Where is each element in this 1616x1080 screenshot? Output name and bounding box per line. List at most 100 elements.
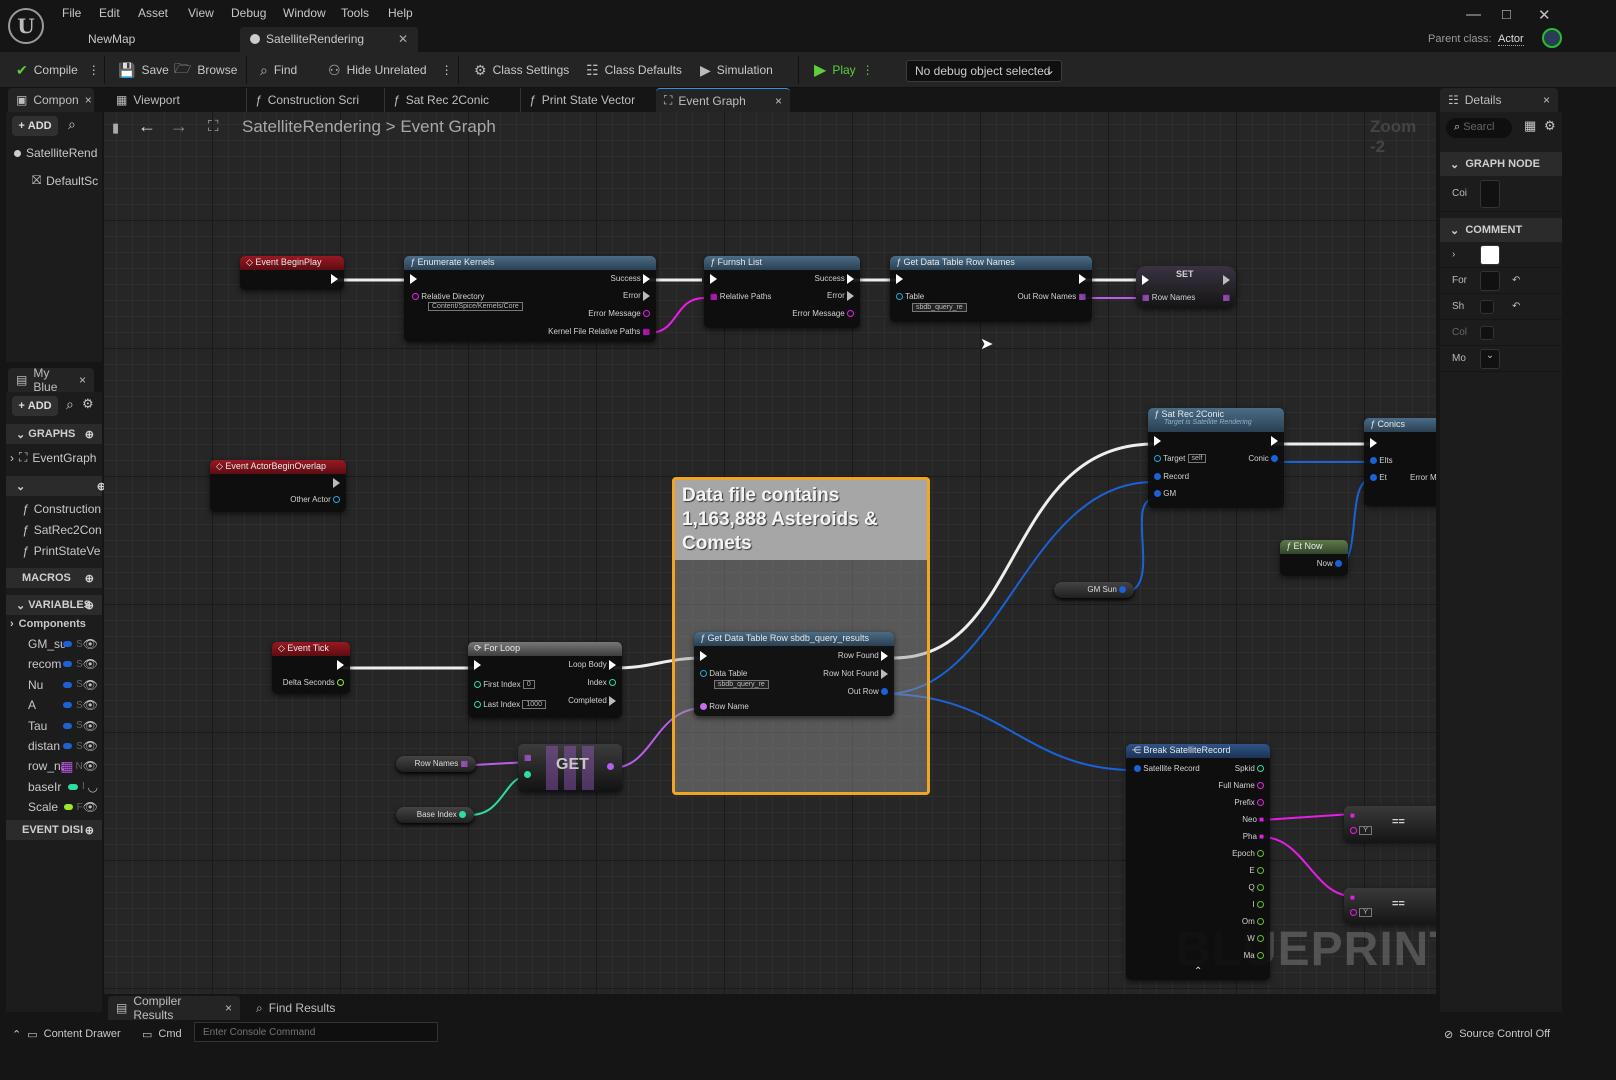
target-pin[interactable]: Target self [1154,454,1207,464]
close-tab-icon[interactable]: × [1543,93,1550,107]
variable-item[interactable]: Scale F 👁 [6,797,102,817]
tab-sat-rec-2conic[interactable]: ƒ Sat Rec 2Conic [384,88,518,112]
minimize-button[interactable]: — [1466,6,1481,23]
output-pin-neo[interactable]: Neo ■ [1242,815,1264,824]
close-tab-icon[interactable]: × [775,94,782,108]
b-pin[interactable]: Y [1350,908,1372,918]
eye-open-icon[interactable]: 👁 [83,759,98,773]
error-message-pin[interactable]: Error Message [588,309,650,318]
index-pin[interactable]: Index [587,678,616,687]
other-actor-pin[interactable]: Other Actor [290,495,340,504]
output-pin-full-name[interactable]: Full Name [1218,781,1264,790]
move-mode-select[interactable]: ⌄ [1480,348,1500,369]
node-gm-sun-var[interactable]: GM Sun [1054,582,1134,598]
compile-options-icon[interactable]: ⋮ [88,63,100,77]
node-get-data-table-row[interactable]: ƒ Get Data Table Row sbdb_query_results … [694,632,894,716]
hide-unrelated-options-icon[interactable]: ⋮ [441,63,453,77]
completed-pin[interactable]: Completed [568,696,616,706]
menu-help[interactable]: Help [388,6,413,20]
function-item[interactable]: ƒ Construction [22,502,102,516]
browse-button[interactable]: 🗁 Browse [174,52,237,88]
tab-event-graph[interactable]: ⛶ Event Graph × [656,88,790,112]
collapse-chevron-icon[interactable]: ⌃ [1194,966,1202,977]
function-item[interactable]: ƒ PrintStateVe [22,544,102,558]
a-pin[interactable]: ■ [1350,811,1355,820]
node-et-now[interactable]: ƒ Et Now Now [1280,540,1348,576]
success-pin[interactable]: Success [815,274,854,284]
color-swatch[interactable] [1480,179,1500,208]
add-dispatcher-icon[interactable]: ⊕ [85,824,94,837]
eye-open-icon[interactable]: 👁 [83,739,98,753]
output-pin-w[interactable]: W [1247,934,1264,943]
forward-arrow-icon[interactable]: → [170,116,188,137]
exec-out-pin[interactable] [1223,275,1230,285]
eye-open-icon[interactable]: 👁 [83,800,98,814]
now-pin[interactable]: Now [1317,559,1342,568]
save-button[interactable]: 💾 Save [118,52,169,88]
error-message-pin[interactable]: Error Message [792,309,854,318]
row-names-pin[interactable]: ▦ Row Names [1142,293,1195,302]
first-index-pin[interactable]: First Index 0 [474,680,535,690]
success-pin[interactable]: Success [611,274,650,284]
record-pin[interactable]: Record [1154,472,1189,481]
variable-item[interactable]: distan S 👁 [6,736,102,756]
menu-tools[interactable]: Tools [341,6,369,20]
show-bubble-checkbox[interactable] [1480,299,1494,314]
et-pin[interactable]: Et [1370,473,1387,482]
row-name-pin[interactable]: Row Name [700,702,749,711]
menu-debug[interactable]: Debug [231,6,266,20]
out-row-names-pin[interactable]: Out Row Names ▦ [1018,292,1086,301]
tab-my-blueprint[interactable]: ▤ My Blue × [8,366,94,394]
table-select[interactable]: sbdb_query_re [912,303,967,312]
content-drawer-button[interactable]: ⌃ ▭ Content Drawer [12,1016,121,1052]
exec-in-pin[interactable] [1370,438,1377,448]
bookmark-icon[interactable]: ▮ [112,120,119,136]
graph-item-eventgraph[interactable]: › ⛶ EventGraph [10,450,96,465]
hide-unrelated-button[interactable]: ⚇ Hide Unrelated ⋮ [328,52,453,88]
variable-item[interactable]: A S 👁 [6,695,102,715]
item-out-pin[interactable] [607,762,614,771]
output-pin-spkid[interactable]: Spkid [1235,764,1264,773]
error-pin[interactable]: Error [827,291,854,301]
node-event-actor-begin-overlap[interactable]: ◇ Event ActorBeginOverlap Other Actor [210,460,346,512]
menu-window[interactable]: Window [283,6,326,20]
b-pin[interactable]: Y [1350,826,1372,836]
add-component-button[interactable]: + ADD [12,116,58,136]
add-graph-icon[interactable]: ⊕ [85,428,94,441]
play-button[interactable]: ▶ Play ⋮ [814,52,874,88]
elts-pin[interactable]: Elts [1370,456,1393,465]
exec-out-pin[interactable] [337,660,344,670]
exec-out-pin[interactable] [333,478,340,488]
add-macro-icon[interactable]: ⊕ [85,572,94,585]
menu-asset[interactable]: Asset [138,6,168,20]
node-event-tick[interactable]: ◇ Event Tick Delta Seconds [272,642,350,694]
breadcrumb-root[interactable]: SatelliteRendering [242,117,381,136]
tab-viewport[interactable]: ▦ Viewport [108,88,242,112]
class-settings-button[interactable]: ⚙ Class Settings [474,52,569,88]
add-variable-icon[interactable]: ⊕ [85,599,94,612]
tab-construction-script[interactable]: ƒ Construction Scri [246,88,380,112]
out-row-pin[interactable]: Out Row [848,687,888,696]
output-pin-i[interactable]: I [1253,900,1264,909]
components-category[interactable]: › Components [10,618,86,630]
function-item[interactable]: ƒ SatRec2Con [22,523,102,537]
error-message-pin[interactable]: Error M [1410,473,1436,482]
variable-item[interactable]: Nu S 👁 [6,675,102,695]
tab-print-state-vector[interactable]: ƒ Print State Vector [520,88,654,112]
variable-item[interactable]: Tau S 👁 [6,716,102,736]
reset-arrow-icon[interactable]: ↶ [1512,275,1520,286]
component-item[interactable]: ⛝ DefaultSc [32,173,102,188]
loop-body-pin[interactable]: Loop Body [569,660,616,670]
row-names-out-pin[interactable]: ▦ [1222,293,1230,302]
output-pin-prefix[interactable]: Prefix [1234,798,1264,807]
variables-section-header[interactable]: ⌄ VARIABLES ⊕ [6,595,102,615]
component-item[interactable]: SatelliteRend [14,146,102,160]
variable-item[interactable]: recom S 👁 [6,654,102,674]
functions-section-header[interactable]: ⌄ ⊕ [6,476,106,496]
doc-tab-satelliterendering[interactable]: SatelliteRendering ✕ [240,27,418,52]
node-equal-1[interactable]: ■ Y == [1344,806,1436,842]
source-control-status-icon[interactable] [1542,28,1562,48]
comment-text[interactable]: Data file contains 1,163,888 Asteroids &… [675,480,927,560]
node-set[interactable]: SET ▦ Row Names ▦ [1136,266,1236,308]
eye-open-icon[interactable]: 👁 [83,657,98,671]
